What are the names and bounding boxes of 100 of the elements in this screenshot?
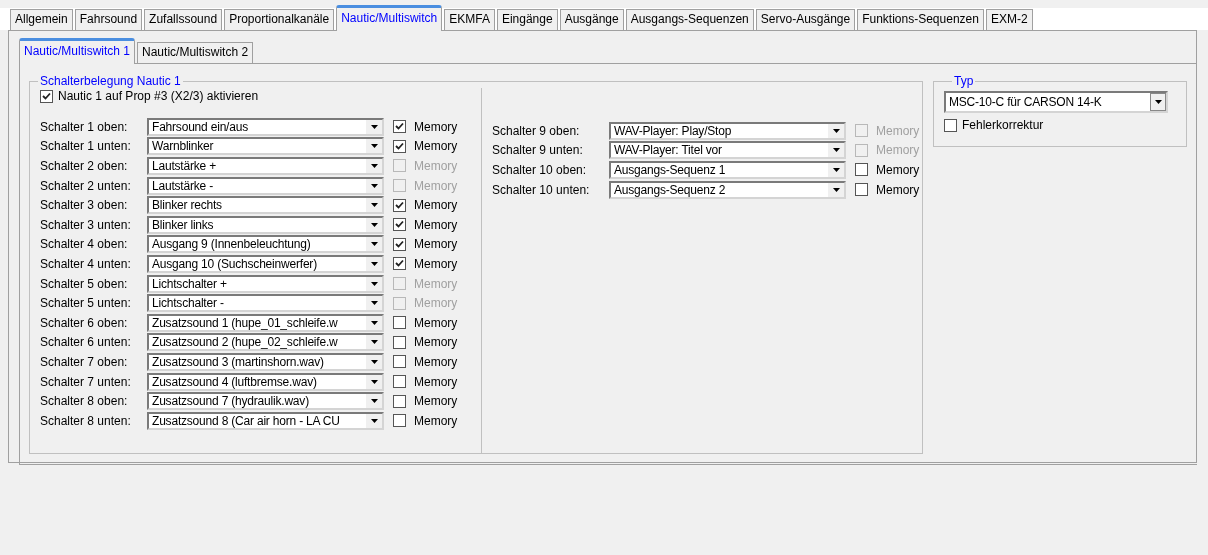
checkbox-label: Nautic 1 auf Prop #3 (X2/3) aktivieren (58, 89, 259, 103)
checkbox-label: Memory (414, 296, 458, 311)
switch-label: Schalter 10 unten: (492, 182, 591, 197)
dropdown[interactable]: Lichtschalter + (147, 274, 384, 293)
checkbox[interactable] (40, 89, 53, 103)
checkbox[interactable] (944, 118, 957, 132)
checkbox[interactable] (393, 375, 406, 388)
tab[interactable]: Allgemein (10, 9, 73, 30)
checkbox-label: Memory (414, 119, 458, 134)
switch-label: Schalter 1 unten: (40, 139, 132, 154)
dropdown[interactable]: Ausgangs-Sequenz 1 (609, 161, 846, 179)
checkbox-label: Memory (414, 374, 458, 389)
caret-icon (370, 379, 378, 384)
switch-label: Schalter 4 unten: (40, 256, 132, 271)
switch-label: Schalter 1 oben: (40, 119, 129, 134)
tab[interactable]: Ausgänge (559, 9, 624, 30)
dropdown[interactable]: Zusatzsound 8 (Car air horn - LA CU (147, 411, 384, 430)
checkbox[interactable] (393, 414, 406, 428)
dropdown[interactable]: Zusatzsound 1 (hupe_01_schleife.w (147, 313, 384, 332)
checkbox[interactable] (393, 218, 406, 232)
checkbox-label: Memory (414, 354, 458, 369)
dropdown[interactable]: Fahrsound ein/aus (147, 117, 384, 136)
caret-icon (832, 168, 840, 172)
tab[interactable]: Nautic/Multiswitch 2 (137, 42, 254, 63)
checkbox[interactable] (393, 355, 406, 369)
switch-label: Schalter 4 oben: (40, 237, 129, 252)
dropdown[interactable]: Lichtschalter - (147, 294, 384, 313)
caret-icon (370, 203, 378, 208)
switch-label: Schalter 6 unten: (40, 335, 132, 350)
checkbox-label: Memory (414, 256, 458, 271)
caret-icon (370, 320, 378, 325)
caret-icon (832, 148, 840, 153)
caret-icon (832, 187, 840, 192)
dropdown[interactable]: Zusatzsound 4 (luftbremse.wav) (147, 372, 384, 391)
caret-icon (370, 124, 378, 129)
dropdown[interactable]: Lautstärke + (147, 157, 384, 175)
checkbox[interactable] (393, 237, 406, 251)
caret-icon (370, 242, 378, 247)
dropdown[interactable]: Zusatzsound 3 (martinshorn.wav) (147, 352, 384, 371)
caret-icon (832, 128, 840, 133)
group-title: Typ (953, 74, 975, 88)
tab[interactable]: Funktions-Sequenzen (857, 9, 984, 30)
tab[interactable]: EKMFA (444, 9, 495, 30)
tab[interactable]: Nautic/Multiswitch (336, 5, 443, 31)
caret-icon (370, 418, 378, 423)
checkbox-label: Memory (876, 163, 920, 177)
checkbox[interactable] (393, 120, 406, 134)
tab[interactable]: Zufallssound (144, 9, 223, 30)
checkbox[interactable] (855, 163, 868, 177)
switch-label: Schalter 9 unten: (492, 143, 584, 158)
switch-label: Schalter 6 oben: (40, 315, 129, 330)
caret-icon (370, 281, 378, 286)
dropdown[interactable]: Zusatzsound 2 (hupe_02_schleife.w (147, 333, 384, 352)
checkbox[interactable] (393, 139, 406, 153)
checkbox[interactable] (393, 198, 406, 212)
tab[interactable]: EXM-2 (985, 9, 1033, 30)
dropdown[interactable]: Lautstärke - (147, 176, 384, 195)
switch-label: Schalter 7 unten: (40, 374, 132, 389)
checkbox-label: Memory (414, 315, 458, 330)
caret-icon (370, 183, 378, 188)
tab[interactable]: Nautic/Multiswitch 1 (19, 38, 136, 64)
dropdown[interactable]: Warnblinker (147, 137, 384, 156)
dropdown[interactable]: WAV-Player: Play/Stop (609, 121, 846, 140)
dropdown[interactable]: Blinker rechts (147, 196, 384, 215)
dropdown[interactable]: Ausgangs-Sequenz 2 (609, 180, 846, 199)
group-title: Schalterbelegung Nautic 1 (39, 74, 182, 88)
switch-label: Schalter 2 oben: (40, 159, 129, 173)
switch-label: Schalter 7 oben: (40, 354, 129, 369)
tab[interactable]: Servo-Ausgänge (755, 9, 856, 30)
checkbox-label: Memory (414, 139, 458, 154)
switch-label: Schalter 10 oben: (492, 163, 588, 177)
checkbox-label: Memory (414, 198, 458, 213)
checkbox-label: Memory (414, 394, 458, 409)
checkbox-label: Memory (876, 182, 920, 197)
dropdown[interactable]: Blinker links (147, 215, 384, 234)
checkbox-label: Memory (414, 276, 458, 291)
switch-label: Schalter 8 oben: (40, 394, 129, 409)
checkbox-label: Memory (876, 143, 920, 158)
switch-label: Schalter 8 unten: (40, 413, 132, 428)
checkbox-label: Memory (414, 217, 458, 232)
checkbox[interactable] (393, 257, 406, 271)
caret-icon (370, 144, 378, 149)
tab[interactable]: Proportionalkanäle (224, 9, 335, 30)
checkbox[interactable] (393, 316, 406, 330)
checkbox[interactable] (393, 394, 406, 408)
tab[interactable]: Ausgangs-Sequenzen (625, 9, 754, 30)
dropdown[interactable]: WAV-Player: Titel vor (609, 141, 846, 160)
checkbox-label: Memory (414, 159, 458, 173)
checkbox[interactable] (855, 183, 868, 197)
dropdown[interactable]: MSC-10-C für CARSON 14-K (944, 91, 1168, 113)
dropdown[interactable]: Ausgang 10 (Suchscheinwerfer) (147, 254, 384, 273)
caret-icon (370, 399, 378, 404)
tab[interactable]: Eingänge (496, 9, 558, 30)
dropdown[interactable]: Zusatzsound 7 (hydraulik.wav) (147, 392, 384, 411)
checkbox-label: Memory (414, 413, 458, 428)
tab[interactable]: Fahrsound (74, 9, 143, 30)
checkbox[interactable] (393, 335, 406, 349)
caret-icon (370, 222, 378, 227)
caret-icon (370, 301, 378, 306)
dropdown[interactable]: Ausgang 9 (Innenbeleuchtung) (147, 235, 384, 254)
